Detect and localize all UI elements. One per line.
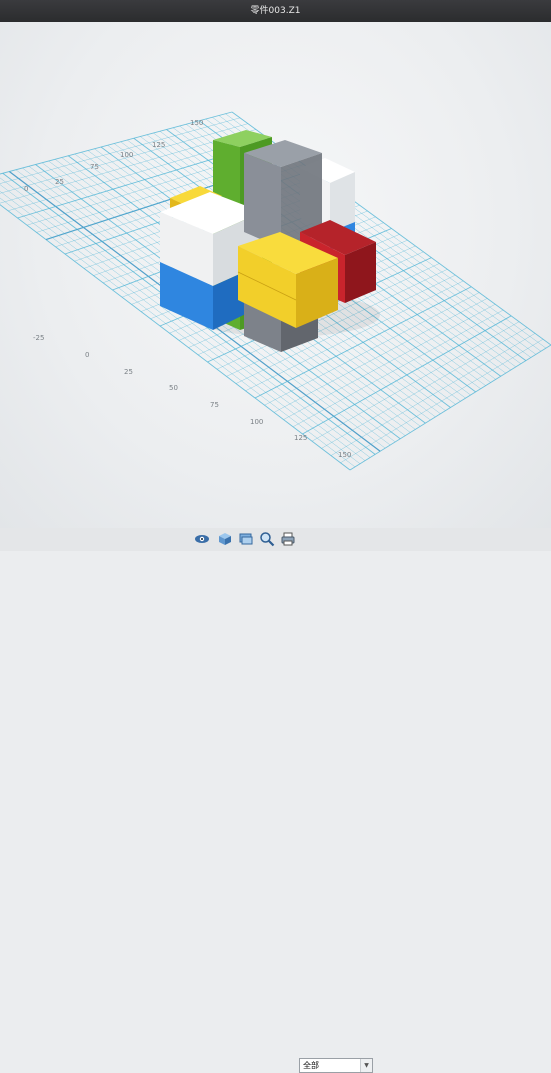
puzzle-model[interactable] <box>160 130 380 352</box>
print-icon[interactable] <box>280 531 296 547</box>
view-eye-icon[interactable] <box>194 531 210 547</box>
tick-label: 25 <box>55 178 64 186</box>
grid-line <box>340 339 544 463</box>
tick-label: 50 <box>169 384 178 392</box>
tick-label: 125 <box>152 141 165 149</box>
3d-viewport[interactable]: 150 125 100 75 25 0 -25 0 25 50 75 100 1… <box>0 22 551 528</box>
grid-line <box>311 321 520 442</box>
tick-label: -25 <box>33 334 44 342</box>
window-title: 零件003.Z1 <box>250 6 301 16</box>
tick-label: 125 <box>294 434 307 442</box>
tick-label: 150 <box>338 451 351 459</box>
tick-label: 0 <box>24 185 28 193</box>
tick-label: 75 <box>90 163 99 171</box>
grid-line <box>321 327 528 449</box>
window-titlebar: 零件003.Z1 <box>0 0 551 22</box>
tick-label: 75 <box>210 401 219 409</box>
tick-label: 100 <box>250 418 263 426</box>
grid-line <box>349 344 551 471</box>
rotate-cube-icon[interactable] <box>217 531 233 547</box>
tick-label: 0 <box>85 351 89 359</box>
bottom-toolbar: 全部 ▼ <box>0 528 551 1073</box>
tick-label: 25 <box>124 368 133 376</box>
part-filter-select[interactable]: 全部 ▼ <box>299 1058 373 1073</box>
grid-line <box>330 333 536 456</box>
tick-label: 150 <box>190 119 203 127</box>
chevron-down-icon[interactable]: ▼ <box>360 1059 372 1072</box>
part-filter-value: 全部 <box>303 1061 319 1070</box>
layers-icon[interactable] <box>238 531 254 547</box>
tick-label: 100 <box>120 151 133 159</box>
zoom-icon[interactable] <box>259 531 275 547</box>
viewport-canvas[interactable]: 150 125 100 75 25 0 -25 0 25 50 75 100 1… <box>0 22 551 528</box>
